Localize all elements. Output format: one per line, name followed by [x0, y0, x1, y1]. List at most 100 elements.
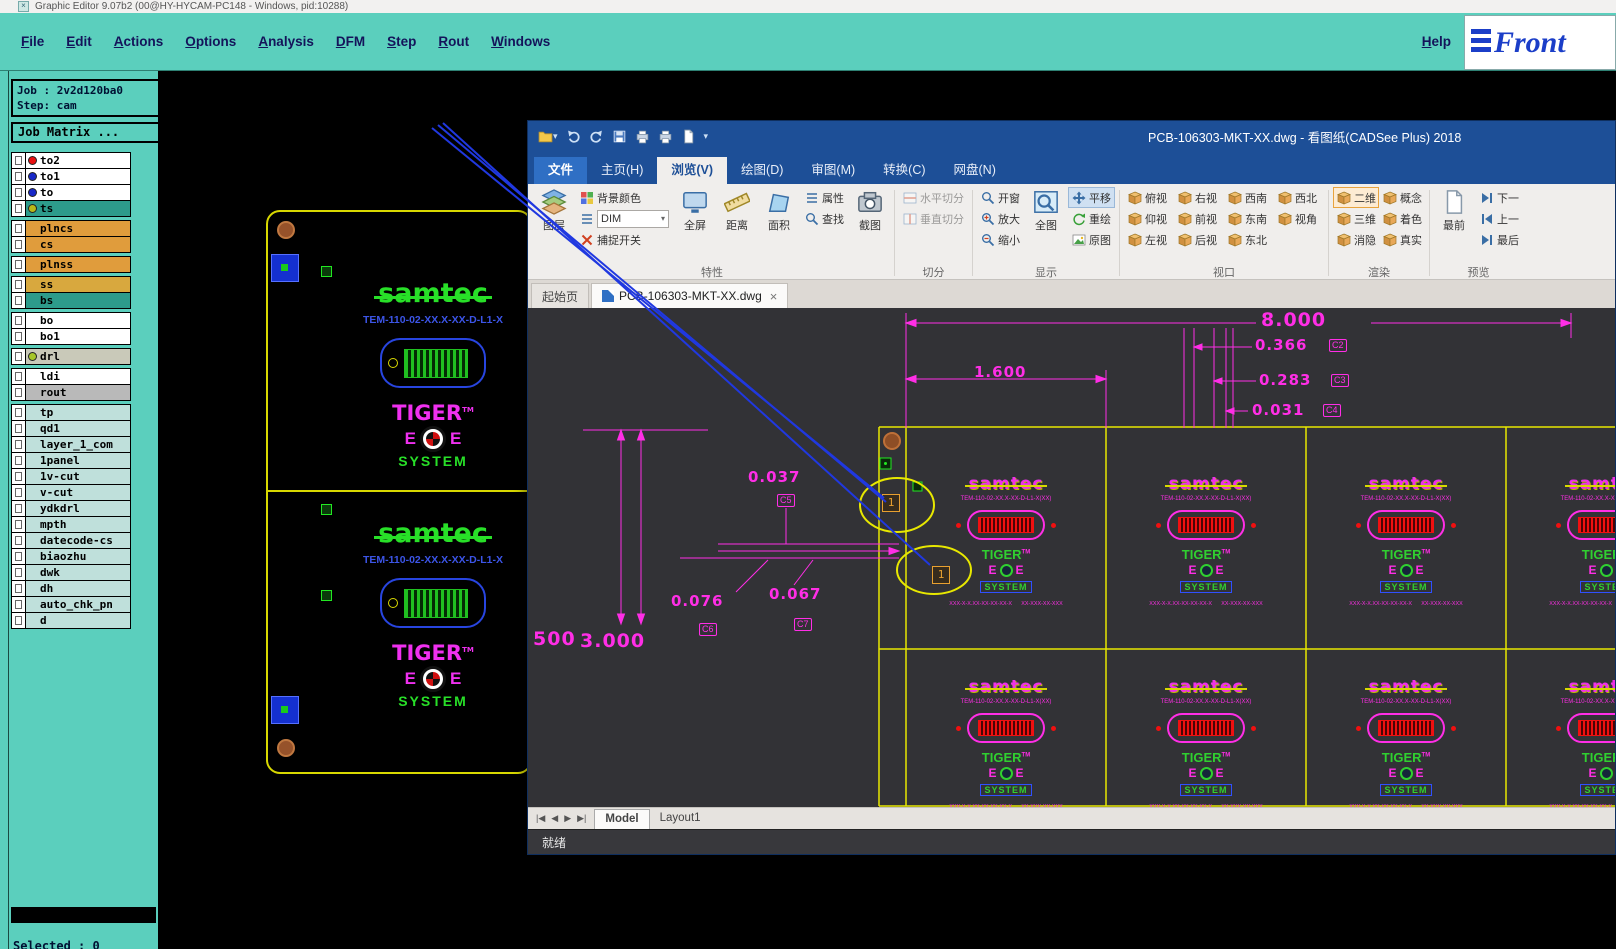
job-matrix-button[interactable]: Job Matrix ...	[11, 122, 163, 143]
preview-first-button[interactable]: 最前	[1434, 187, 1474, 233]
viewport-item-5[interactable]: 仰视	[1124, 208, 1174, 229]
zoom-in-button[interactable]: 放大	[977, 208, 1024, 229]
layer-checkbox[interactable]	[12, 501, 26, 516]
document-tab-2[interactable]: PCB-106303-MKT-XX.dwg ×	[591, 283, 789, 308]
menu-step[interactable]: Step	[376, 34, 427, 49]
layer-checkbox[interactable]	[12, 565, 26, 580]
viewport-item-4[interactable]: 西北	[1274, 187, 1324, 208]
fullscreen-button[interactable]: 全屏	[675, 187, 715, 233]
layer-row-rout[interactable]: rout	[12, 385, 130, 400]
layer-checkbox[interactable]	[12, 517, 26, 532]
menu-edit[interactable]: Edit	[55, 34, 103, 49]
menu-actions[interactable]: Actions	[103, 34, 175, 49]
layer-row-drl[interactable]: drl	[12, 349, 130, 364]
menu-options[interactable]: Options	[174, 34, 247, 49]
menu-help[interactable]: Help	[1422, 34, 1451, 49]
cadsee-tab-4[interactable]: 绘图(D)	[727, 157, 797, 184]
redo-button[interactable]	[589, 129, 604, 144]
menu-dfm[interactable]: DFM	[325, 34, 376, 49]
viewport-item-1[interactable]: 俯视	[1124, 187, 1174, 208]
layer-checkbox[interactable]	[12, 469, 26, 484]
document-tab-1[interactable]: 起始页	[531, 283, 590, 308]
cadsee-tab-3[interactable]: 浏览(V)	[657, 157, 728, 184]
layer-row-dwk[interactable]: dwk	[12, 565, 130, 581]
layer-row-bo1[interactable]: bo1	[12, 329, 130, 344]
drawing-viewport[interactable]: samtec TEM-110-02-XX.X-XX-D-L1-X(XX) TIGER…	[528, 308, 1615, 807]
layer-checkbox[interactable]	[12, 613, 26, 628]
layer-row-bo[interactable]: bo	[12, 313, 130, 329]
layer-row-dh[interactable]: dh	[12, 581, 130, 597]
layer-checkbox[interactable]	[12, 185, 26, 200]
redraw-button[interactable]: 重绘	[1068, 208, 1115, 229]
viewport-item-3[interactable]: 西南	[1224, 187, 1274, 208]
distance-button[interactable]: 距离	[717, 187, 757, 233]
render-item-2[interactable]: 概念	[1379, 187, 1425, 208]
layer-row-to2[interactable]: to2	[12, 153, 130, 169]
zoom-out-button[interactable]: 缩小	[977, 229, 1024, 250]
layer-checkbox[interactable]	[12, 313, 26, 328]
toolbar-more-icon[interactable]: ▾	[704, 131, 709, 142]
viewport-item-10[interactable]: 后视	[1174, 229, 1224, 250]
dropdown-caret-icon[interactable]: ▾	[661, 214, 665, 223]
open-dropdown-caret-icon[interactable]: ▾	[553, 131, 558, 142]
layer-row-tp[interactable]: tp	[12, 405, 130, 421]
preview-prev-button[interactable]: 上一	[1476, 208, 1523, 229]
pan-button[interactable]: 平移	[1068, 187, 1115, 208]
layer-checkbox[interactable]	[12, 405, 26, 420]
layer-row-to1[interactable]: to1	[12, 169, 130, 185]
layer-checkbox[interactable]	[12, 201, 26, 216]
menu-file[interactable]: File	[10, 34, 55, 49]
render-item-3[interactable]: 三维	[1333, 208, 1379, 229]
layer-row-cs[interactable]: cs	[12, 237, 130, 252]
viewport-item-11[interactable]: 东北	[1224, 229, 1274, 250]
layer-row-1panel[interactable]: 1panel	[12, 453, 130, 469]
zoom-window-button[interactable]: 开窗	[977, 187, 1024, 208]
cadsee-tab-6[interactable]: 转换(C)	[869, 157, 939, 184]
layer-row-to[interactable]: to	[12, 185, 130, 201]
render-item-1[interactable]: 二维	[1333, 187, 1379, 208]
layer-checkbox[interactable]	[12, 437, 26, 452]
layer-checkbox[interactable]	[12, 485, 26, 500]
layer-row-datecode-cs[interactable]: datecode-cs	[12, 533, 130, 549]
layer-row-auto_chk_pn[interactable]: auto_chk_pn	[12, 597, 130, 613]
split-vertical-button[interactable]: 垂直切分	[899, 208, 968, 229]
last-sheet-button[interactable]: ▶|	[577, 813, 586, 824]
cadsee-tab-5[interactable]: 审图(M)	[797, 157, 869, 184]
layer-checkbox[interactable]	[12, 369, 26, 384]
layer-checkbox[interactable]	[12, 257, 26, 272]
sheet-tab-model[interactable]: Model	[594, 808, 650, 829]
preview-last-button[interactable]: 最后	[1476, 229, 1523, 250]
layer-row-d[interactable]: d	[12, 613, 130, 628]
screenshot-button[interactable]: 截图	[850, 187, 890, 233]
open-file-button[interactable]: ▾	[538, 129, 558, 144]
layer-row-v-cut[interactable]: v-cut	[12, 485, 130, 501]
original-view-button[interactable]: 原图	[1068, 229, 1115, 250]
prev-sheet-button[interactable]: ◀	[551, 813, 558, 824]
menu-analysis[interactable]: Analysis	[247, 34, 325, 49]
layer-checkbox[interactable]	[12, 329, 26, 344]
layer-row-layer_1_com[interactable]: layer_1_com	[12, 437, 130, 453]
undo-button[interactable]	[566, 129, 581, 144]
cadsee-tab-2[interactable]: 主页(H)	[587, 157, 657, 184]
print-settings-button[interactable]	[658, 129, 673, 144]
sheet-tab-layout1[interactable]: Layout1	[650, 809, 711, 828]
viewport-item-2[interactable]: 右视	[1174, 187, 1224, 208]
background-color-button[interactable]: 背景颜色	[576, 187, 673, 208]
cadsee-tab-7[interactable]: 网盘(N)	[940, 157, 1010, 184]
layer-checkbox[interactable]	[12, 277, 26, 292]
layer-row-biaozhu[interactable]: biaozhu	[12, 549, 130, 565]
print-preview-button[interactable]	[681, 129, 696, 144]
save-button[interactable]	[612, 129, 627, 144]
layer-row-1v-cut[interactable]: 1v-cut	[12, 469, 130, 485]
layer-row-plncs[interactable]: plncs	[12, 221, 130, 237]
cadsee-titlebar[interactable]: ▾ ▾ PCB-106303-MKT-XX.dwg - 看图纸(CADSee P…	[528, 121, 1615, 152]
layer-checkbox[interactable]	[12, 385, 26, 400]
render-item-5[interactable]: 消隐	[1333, 229, 1379, 250]
render-item-6[interactable]: 真实	[1379, 229, 1425, 250]
sidebar-command-box[interactable]	[11, 907, 156, 923]
viewport-item-8[interactable]: 视角	[1274, 208, 1324, 229]
preview-next-button[interactable]: 下一	[1476, 187, 1523, 208]
viewport-item-9[interactable]: 左视	[1124, 229, 1174, 250]
layer-checkbox[interactable]	[12, 597, 26, 612]
menu-windows[interactable]: Windows	[480, 34, 561, 49]
